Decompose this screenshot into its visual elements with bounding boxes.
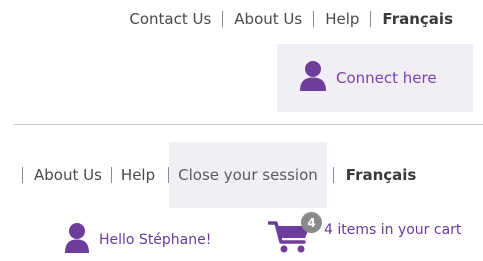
user-greeting[interactable]: Hello Stéphane! <box>64 222 211 258</box>
greeting-label: Hello Stéphane! <box>99 232 212 248</box>
person-icon <box>64 222 90 258</box>
cart-button[interactable]: 4 4 items in your cart <box>267 212 464 253</box>
close-session-button[interactable]: Close your session <box>169 142 327 208</box>
nav-separator <box>370 11 372 27</box>
help-link[interactable]: Help <box>121 166 155 184</box>
person-icon <box>299 60 327 96</box>
about-us-link[interactable]: About Us <box>34 166 102 184</box>
contact-us-link[interactable]: Contact Us <box>129 10 211 28</box>
help-link[interactable]: Help <box>325 10 359 28</box>
section-divider <box>14 124 483 125</box>
top-nav: Contact Us About Us Help Français <box>129 9 453 29</box>
nav-separator <box>332 167 334 183</box>
connect-label: Connect here <box>336 69 437 87</box>
session-nav: About Us Help Close your session Françai… <box>0 142 416 208</box>
cart-label: 4 items in your cart <box>324 222 462 238</box>
language-link[interactable]: Français <box>382 10 453 28</box>
nav-separator <box>222 11 224 27</box>
nav-separator <box>22 167 23 183</box>
about-us-link[interactable]: About Us <box>234 10 302 28</box>
language-link[interactable]: Français <box>346 166 417 184</box>
connect-button[interactable]: Connect here <box>277 44 473 112</box>
cart-count-badge: 4 <box>301 212 322 233</box>
nav-separator <box>313 11 315 27</box>
nav-separator <box>110 167 112 183</box>
